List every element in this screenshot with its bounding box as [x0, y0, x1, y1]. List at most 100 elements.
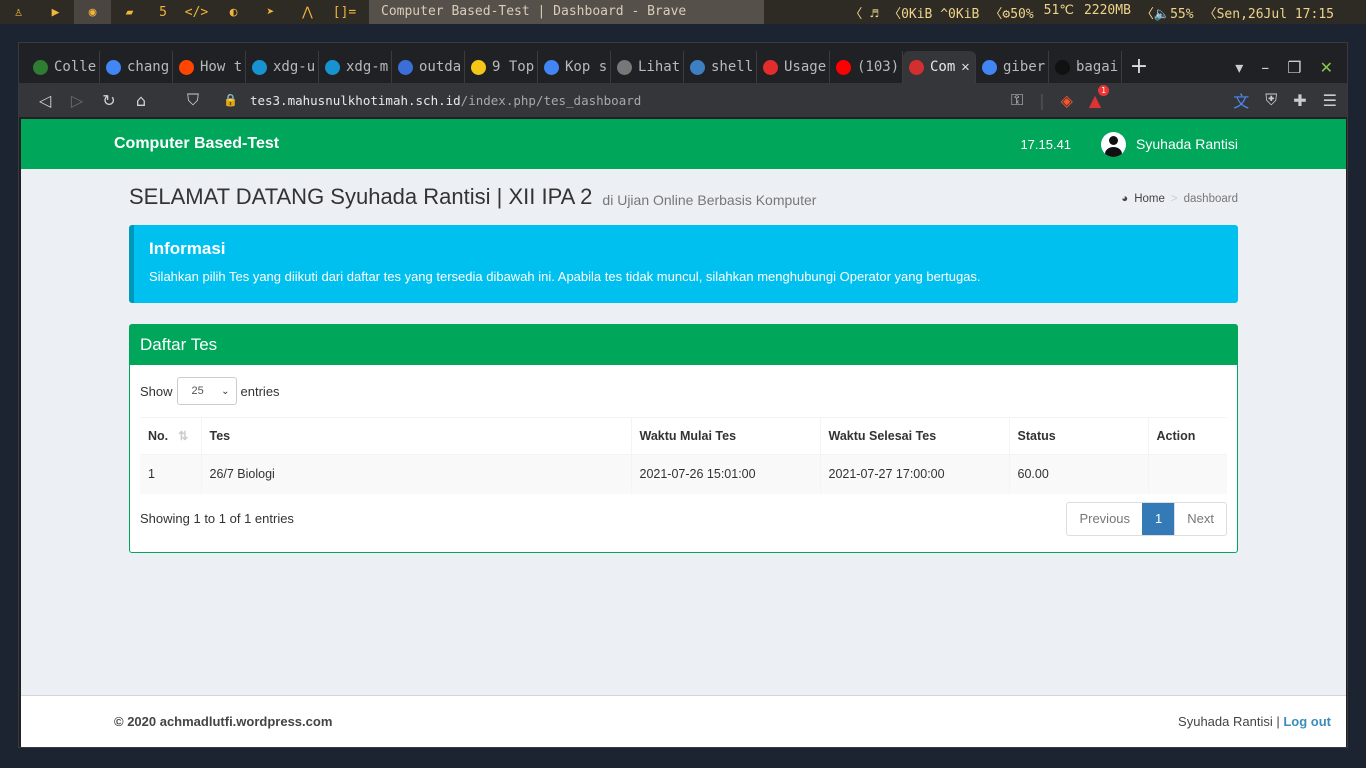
page-1-button[interactable]: 1: [1142, 502, 1175, 535]
web-page: Computer Based-Test 17.15.41 Syuhada Ran…: [21, 119, 1346, 747]
previous-button[interactable]: Previous: [1067, 503, 1142, 535]
table-row[interactable]: 1 26/7 Biologi 2021-07-26 15:01:00 2021-…: [140, 454, 1227, 494]
cell-status: 60.00: [1008, 454, 1148, 494]
bookmark-icon[interactable]: ⛉: [177, 90, 209, 110]
callout-text: Silahkan pilih Tes yang diikuti dari daf…: [149, 269, 981, 284]
tab-favicon-icon: [471, 59, 486, 75]
table-footer: Showing 1 to 1 of 1 entries Previous 1 N…: [140, 501, 1227, 536]
tab-label: Kop s: [565, 59, 608, 75]
dashboard-icon: ◕: [1121, 193, 1129, 205]
breadcrumb-home[interactable]: Home: [1134, 193, 1165, 205]
lock-icon[interactable]: 🔒: [223, 93, 238, 107]
content-wrapper: SELAMAT DATANG Syuhada Rantisi | XII IPA…: [21, 169, 1346, 553]
pagination: Previous 1 Next: [1066, 501, 1227, 536]
tab-label: chang: [127, 59, 170, 75]
browser-tab[interactable]: Usage: [757, 51, 830, 83]
breadcrumb: ◕ Home > dashboard: [1121, 193, 1238, 205]
network-status: 〈0KiB ^0KiB: [888, 6, 980, 22]
back-icon[interactable]: ◁: [29, 91, 61, 110]
code-icon[interactable]: </>: [178, 0, 215, 24]
column-header-no[interactable]: No. ⇅: [140, 417, 201, 455]
breadcrumb-separator: >: [1170, 193, 1178, 205]
minimize-icon[interactable]: –: [1261, 58, 1269, 77]
translate-icon[interactable]: 文: [1233, 88, 1249, 112]
browser-toolbar: ◁ ▷ ↻ ⌂ ⛉ 🔒 tes3.mahusnulkhotimah.sch.id…: [19, 83, 1347, 117]
telegram-icon[interactable]: ➤: [252, 0, 289, 24]
browser-tab[interactable]: Com ✕: [903, 51, 976, 83]
brave-rewards-icon[interactable]: ▲ 1: [1089, 84, 1110, 110]
cell-no: 1: [140, 454, 201, 494]
browser-tab[interactable]: xdg-m: [319, 51, 392, 83]
tab-strip: Colle chang How t xdg-u xdg-m outda 9 Top Kop s…: [19, 43, 1347, 83]
column-header-tes[interactable]: Tes: [200, 417, 631, 455]
tab-favicon-icon: [33, 59, 48, 75]
page-title: SELAMAT DATANG Syuhada Rantisi | XII IPA…: [129, 184, 593, 209]
brave-shield-icon[interactable]: ◈: [1061, 91, 1073, 110]
window-controls: ▾ – ❐ ✕: [1235, 51, 1347, 83]
notification-badge: 1: [1098, 84, 1110, 96]
close-icon[interactable]: ✕: [961, 59, 969, 75]
music-icon[interactable]: 〈 ♬: [849, 3, 878, 22]
next-button[interactable]: Next: [1174, 502, 1226, 535]
logout-link[interactable]: Log out: [1283, 714, 1331, 729]
table-header-row: No. ⇅ Tes Waktu Mulai Tes Waktu Selesai T…: [140, 417, 1227, 455]
browser-tab[interactable]: chang: [100, 51, 173, 83]
column-header-status[interactable]: Status: [1008, 417, 1148, 455]
user-menu[interactable]: Syuhada Rantisi: [1101, 131, 1238, 157]
tab-label: bagai: [1076, 59, 1119, 75]
folder-icon[interactable]: ▰: [111, 0, 148, 24]
home-icon[interactable]: ⌂: [125, 91, 157, 110]
new-tab-button[interactable]: +: [1122, 51, 1156, 83]
forward-icon[interactable]: ▷: [61, 91, 93, 110]
workspace-number[interactable]: 5: [148, 5, 178, 20]
extensions-icon[interactable]: ✚: [1293, 91, 1306, 110]
browser-tab[interactable]: shell: [684, 51, 757, 83]
memory-status: 2220MB: [1083, 2, 1131, 18]
column-header-selesai[interactable]: Waktu Selesai Tes: [819, 417, 1009, 455]
reload-icon[interactable]: ↻: [93, 91, 125, 110]
column-header-mulai[interactable]: Waktu Mulai Tes: [630, 417, 820, 455]
browser-tab[interactable]: Colle: [27, 51, 100, 83]
browser-tab[interactable]: Lihat: [611, 51, 684, 83]
browser-tab[interactable]: How t: [173, 51, 246, 83]
key-icon[interactable]: ⚿: [1011, 90, 1023, 110]
browser-tab[interactable]: outda: [392, 51, 465, 83]
vim-icon[interactable]: ⋀: [289, 0, 326, 24]
tab-favicon-icon: [252, 59, 267, 75]
column-header-action[interactable]: Action: [1147, 417, 1227, 455]
tab-favicon-icon: [690, 59, 705, 75]
app-brand[interactable]: Computer Based-Test: [114, 135, 279, 153]
browser-tab[interactable]: xdg-u: [246, 51, 319, 83]
datetime-status: 〈Sen,26Jul 17:15: [1203, 6, 1334, 22]
page-footer: © 2020 achmadlutfi.wordpress.com Syuhada…: [21, 695, 1346, 747]
media-player-icon[interactable]: ▶: [37, 0, 74, 24]
cell-action: [1147, 454, 1227, 494]
close-window-icon[interactable]: ✕: [1320, 58, 1333, 77]
tab-favicon-icon: [544, 59, 559, 75]
tab-label: Lihat: [638, 59, 681, 75]
sort-icon[interactable]: ⇅: [178, 429, 188, 443]
cell-tes: 26/7 Biologi: [200, 454, 631, 494]
page-length-select[interactable]: 25 ⌄: [176, 377, 237, 405]
tab-label: Usage: [784, 59, 827, 75]
menu-icon[interactable]: ☰: [1323, 91, 1337, 110]
volume-status[interactable]: 〈🔈55%: [1141, 3, 1194, 22]
browser-tab[interactable]: Kop s: [538, 51, 611, 83]
restore-icon[interactable]: ❐: [1287, 58, 1301, 77]
browser-tab[interactable]: giber: [976, 51, 1049, 83]
browser-tab[interactable]: bagai: [1049, 51, 1122, 83]
entries-label: entries: [240, 383, 280, 399]
shield-extension-icon[interactable]: ⛨: [1265, 90, 1277, 110]
tab-label: xdg-u: [273, 59, 316, 75]
layout-indicator[interactable]: []=: [326, 0, 363, 24]
arch-logo-icon[interactable]: ♙: [0, 0, 37, 24]
browser-tab[interactable]: (103): [830, 51, 903, 83]
browser-workspace-icon[interactable]: ◉: [74, 0, 111, 24]
copyright: © 2020 achmadlutfi.wordpress.com: [114, 714, 333, 729]
firefox-icon[interactable]: ◐: [215, 0, 252, 24]
address-bar[interactable]: ⛉ 🔒 tes3.mahusnulkhotimah.sch.id/index.p…: [187, 90, 1011, 110]
tab-search-icon[interactable]: ▾: [1235, 58, 1243, 77]
tab-label: 9 Top: [492, 59, 535, 75]
browser-tab[interactable]: 9 Top: [465, 51, 538, 83]
tab-label: Colle: [54, 59, 97, 75]
